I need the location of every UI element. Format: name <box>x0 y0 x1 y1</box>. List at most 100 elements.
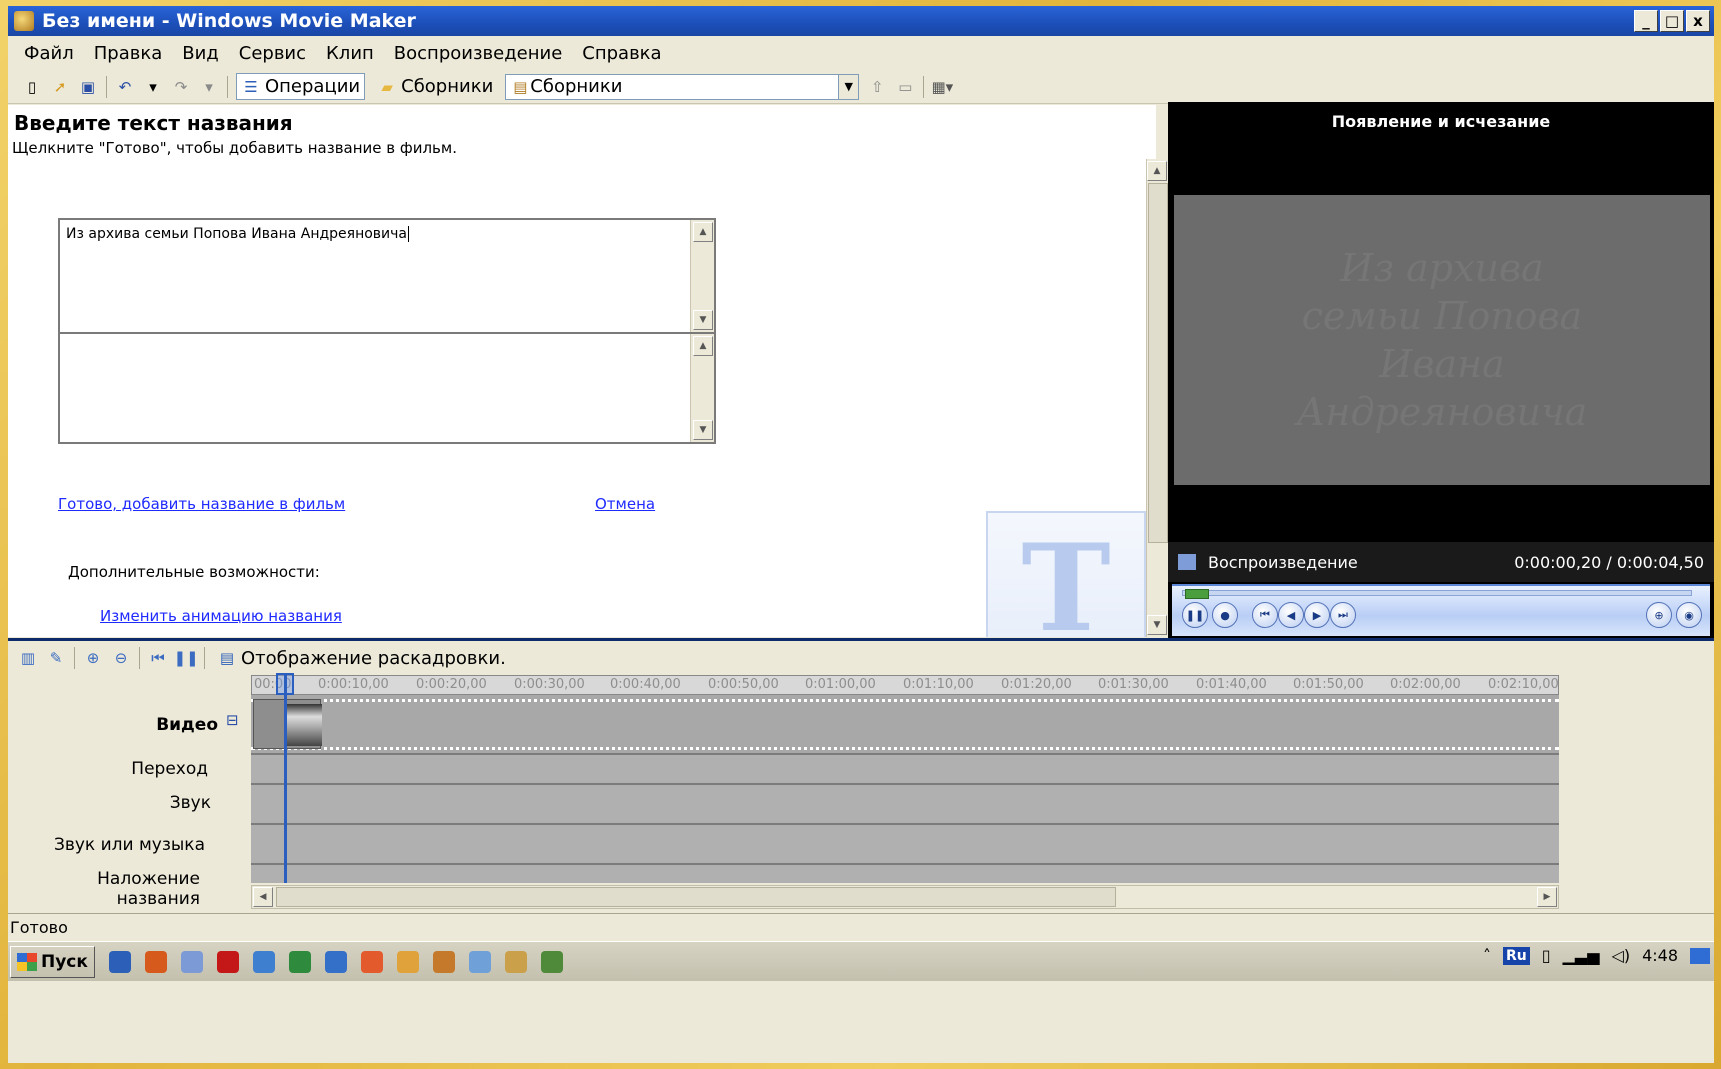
toolbar-separator <box>227 75 228 98</box>
next-frame-icon[interactable]: ▶ <box>1304 602 1330 628</box>
menu-view[interactable]: Вид <box>182 43 219 64</box>
save-app-icon[interactable] <box>108 950 131 973</box>
time-ruler[interactable]: 00:00 0:00:10,00 0:00:20,00 0:00:30,00 0… <box>251 675 1559 695</box>
redo-icon[interactable]: ↷ <box>171 77 191 97</box>
scroll-up-icon[interactable]: ▲ <box>1147 161 1167 181</box>
app-icon[interactable] <box>468 950 491 973</box>
movie-maker-task-icon[interactable] <box>540 950 563 973</box>
undo-icon[interactable]: ↶ <box>115 77 135 97</box>
app-icon[interactable] <box>180 950 203 973</box>
operations-button[interactable]: ☰ Операции <box>236 73 366 100</box>
save-project-icon[interactable]: ▣ <box>78 77 98 97</box>
redo-dropdown-icon[interactable]: ▾ <box>199 77 219 97</box>
app-icon[interactable] <box>504 950 527 973</box>
seek-slider-thumb[interactable] <box>1185 589 1209 599</box>
set-audio-levels-icon[interactable]: ▥ <box>18 648 38 668</box>
new-collection-icon[interactable]: ▭ <box>895 77 915 97</box>
pause-icon[interactable]: ❚❚ <box>1182 602 1208 628</box>
title-text-scrollbar[interactable]: ▲ ▼ <box>690 220 714 332</box>
preview-effect-title: Появление и исчезание <box>1331 112 1551 131</box>
minimize-button[interactable]: _ <box>1634 10 1658 32</box>
zoom-in-icon[interactable]: ⊕ <box>83 648 103 668</box>
scroll-right-icon[interactable]: ▶ <box>1537 887 1557 907</box>
video-clip[interactable] <box>253 699 322 749</box>
ruler-tick: 0:00:30,00 <box>514 677 585 692</box>
new-project-icon[interactable]: ▯ <box>22 77 42 97</box>
clip-thumbnail <box>286 704 322 746</box>
ruler-tick: 0:02:10,00 <box>1488 677 1559 692</box>
language-indicator[interactable]: Ru <box>1503 946 1530 965</box>
cancel-link[interactable]: Отмена <box>595 495 655 513</box>
excel-icon[interactable] <box>288 950 311 973</box>
scroll-left-icon[interactable]: ◀ <box>253 887 273 907</box>
narrate-icon[interactable]: ✎ <box>46 648 66 668</box>
previous-frame-icon[interactable]: ◀ <box>1278 602 1304 628</box>
chevron-down-icon[interactable]: ▼ <box>838 74 859 99</box>
views-icon[interactable]: ▦▾ <box>931 77 953 97</box>
menu-tools[interactable]: Сервис <box>239 43 306 64</box>
scroll-down-icon[interactable]: ▼ <box>693 420 713 440</box>
split-clip-icon[interactable]: ⊕ <box>1646 602 1672 628</box>
ruler-tick: 0:01:50,00 <box>1293 677 1364 692</box>
chrome-icon[interactable] <box>396 950 419 973</box>
scroll-down-icon[interactable]: ▼ <box>1147 615 1167 635</box>
firefox-icon[interactable] <box>144 950 167 973</box>
done-add-title-link[interactable]: Готово, добавить название в фильм <box>58 495 345 513</box>
up-level-icon[interactable]: ⇧ <box>867 77 887 97</box>
open-project-icon[interactable]: ➚ <box>50 77 70 97</box>
scroll-down-icon[interactable]: ▼ <box>693 310 713 330</box>
close-button[interactable]: x <box>1686 10 1710 32</box>
opera-icon[interactable] <box>216 950 239 973</box>
menu-playback[interactable]: Воспроизведение <box>394 43 562 64</box>
subtitle-text-input[interactable]: ▲ ▼ <box>58 332 716 444</box>
playhead[interactable] <box>284 675 287 883</box>
snapshot-icon[interactable]: ◉ <box>1676 602 1702 628</box>
maximize-button[interactable]: □ <box>1660 10 1684 32</box>
powerpoint-icon[interactable] <box>360 950 383 973</box>
clock[interactable]: 4:48 <box>1642 946 1678 965</box>
splitter[interactable] <box>8 638 1714 641</box>
menu-edit[interactable]: Правка <box>94 43 163 64</box>
rewind-icon[interactable]: ⏮ <box>148 648 168 668</box>
network-icon[interactable]: ▯ <box>1542 946 1551 965</box>
video-track[interactable] <box>251 695 1559 753</box>
menu-help[interactable]: Справка <box>582 43 661 64</box>
scroll-up-icon[interactable]: ▲ <box>693 222 713 242</box>
start-button[interactable]: Пуск <box>10 945 95 978</box>
track-divider <box>251 753 1559 755</box>
title-bar[interactable]: Без имени - Windows Movie Maker _ □ x <box>8 6 1714 36</box>
ruler-tick: 0:01:10,00 <box>903 677 974 692</box>
app-icon[interactable] <box>432 950 455 973</box>
title-text-input[interactable]: Из архива семьи Попова Ивана Андреянович… <box>58 218 716 334</box>
timeline-scrollbar[interactable]: ◀ ▶ <box>251 885 1559 909</box>
preview-title-text: Из архива семьи Попова Ивана Андреянович… <box>1296 246 1588 434</box>
app-icon[interactable] <box>252 950 275 973</box>
ruler-tick: 0:00:40,00 <box>610 677 681 692</box>
zoom-out-icon[interactable]: ⊖ <box>111 648 131 668</box>
undo-dropdown-icon[interactable]: ▾ <box>143 77 163 97</box>
seek-slider[interactable] <box>1182 589 1692 599</box>
signal-icon[interactable]: ▁▃▅ <box>1563 946 1600 965</box>
tray-expand-icon[interactable]: ˄ <box>1483 946 1491 965</box>
play-timeline-icon[interactable]: ❚❚ <box>173 648 198 668</box>
task-pane-scrollbar[interactable]: ▲ ▼ <box>1146 159 1168 637</box>
word-icon[interactable] <box>324 950 347 973</box>
collections-button[interactable]: ▰ Сборники <box>373 74 497 99</box>
menu-file[interactable]: Файл <box>24 43 74 64</box>
timeline-tracks[interactable] <box>251 695 1559 883</box>
movie-maker-window: Без имени - Windows Movie Maker _ □ x Фа… <box>8 6 1714 1063</box>
scrollbar-thumb[interactable] <box>276 887 1116 907</box>
scroll-up-icon[interactable]: ▲ <box>693 336 713 356</box>
subtitle-text-scrollbar[interactable]: ▲ ▼ <box>690 334 714 442</box>
collections-combo[interactable]: ▤ Сборники ▼ <box>505 73 860 100</box>
skip-back-icon[interactable]: ⏮ <box>1252 602 1278 628</box>
collapse-icon[interactable]: ⊟ <box>226 711 239 729</box>
scrollbar-thumb[interactable] <box>1148 183 1168 543</box>
change-title-animation-link[interactable]: Изменить анимацию названия <box>100 607 342 625</box>
show-desktop-icon[interactable] <box>1690 947 1710 964</box>
stop-icon[interactable]: ● <box>1212 602 1238 628</box>
volume-icon[interactable]: ◁) <box>1612 946 1631 965</box>
menu-clip[interactable]: Клип <box>326 43 374 64</box>
skip-forward-icon[interactable]: ⏭ <box>1330 602 1356 628</box>
storyboard-toggle-button[interactable]: ▤ Отображение раскадровки. <box>213 646 510 671</box>
